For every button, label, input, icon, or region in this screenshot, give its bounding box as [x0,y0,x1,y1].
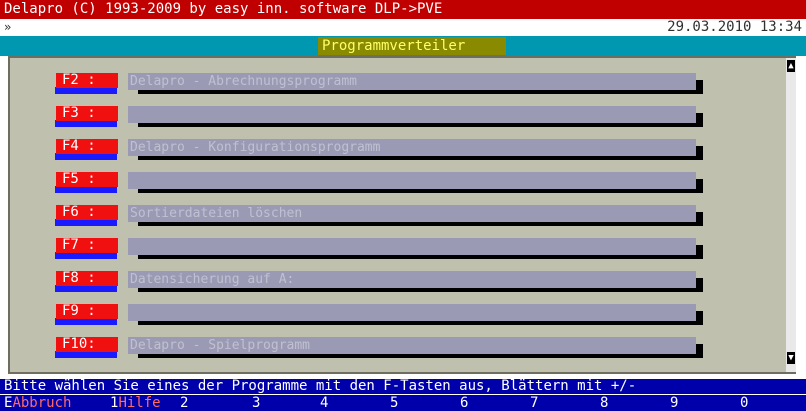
menu-item-f2[interactable]: F2 : Delapro - Abrechnungsprogramm [10,73,806,97]
app-title: Delapro (C) 1993-2009 by easy inn. softw… [4,1,443,17]
menu-item-label[interactable] [128,238,696,255]
menu-item-f7[interactable]: F7 : [10,238,806,262]
fkey-2[interactable]: 2 [180,395,188,411]
function-key-label[interactable]: F7 : [56,238,118,253]
function-key-label[interactable]: F5 : [56,172,118,187]
prompt-symbol: » [4,20,12,34]
function-key-bar: EAbbruch 1Hilfe 2 3 4 5 6 7 8 9 0 [0,395,806,411]
program-menu-panel: F2 : Delapro - Abrechnungsprogramm F3 : … [8,56,796,374]
fkey-9[interactable]: 9 [670,395,678,411]
fkey-4[interactable]: 4 [320,395,328,411]
menu-item-label[interactable] [128,304,696,321]
status-line: Bitte wählen Sie eines der Programme mit… [0,379,806,394]
menu-item-label[interactable]: Delapro - Spielprogramm [128,337,696,354]
status-text: Bitte wählen Sie eines der Programme mit… [4,378,637,394]
menu-item-f6[interactable]: F6 : Sortierdateien löschen [10,205,806,229]
menu-item-label[interactable]: Delapro - Abrechnungsprogramm [128,73,696,90]
function-key-label[interactable]: F9 : [56,304,118,319]
function-key-label[interactable]: F8 : [56,271,118,286]
menu-item-f10[interactable]: F10: Delapro - Spielprogramm [10,337,806,361]
fkey-0[interactable]: 0 [740,395,748,411]
fkey-8[interactable]: 8 [600,395,608,411]
scroll-down-icon[interactable]: ▼ [787,352,795,364]
menu-item-label[interactable]: Datensicherung auf A: [128,271,696,288]
menu-item-f8[interactable]: F8 : Datensicherung auf A: [10,271,806,295]
fkey-5[interactable]: 5 [390,395,398,411]
header-title-box: Programmverteiler [318,37,506,55]
menu-item-label[interactable] [128,106,696,123]
function-key-label[interactable]: F10: [56,337,118,352]
date-time: 29.03.2010 13:34 [667,19,802,35]
menu-item-f9[interactable]: F9 : [10,304,806,328]
menu-item-label[interactable]: Delapro - Konfigurationsprogramm [128,139,696,156]
header-bar: Programmverteiler [0,36,806,56]
scroll-up-icon[interactable]: ▲ [787,60,795,72]
menu-item-label[interactable] [128,172,696,189]
function-key-label[interactable]: F6 : [56,205,118,220]
fkey-3[interactable]: 3 [252,395,260,411]
menu-item-f3[interactable]: F3 : [10,106,806,130]
fkey-1-help[interactable]: 1Hilfe [110,395,161,411]
scrollbar-track[interactable] [786,58,796,372]
title-bar: Delapro (C) 1993-2009 by easy inn. softw… [0,0,806,19]
fkey-escape[interactable]: EAbbruch [4,395,71,411]
menu-item-f4[interactable]: F4 : Delapro - Konfigurationsprogramm [10,139,806,163]
menu-item-f5[interactable]: F5 : [10,172,806,196]
page-title: Programmverteiler [322,38,466,54]
menu-item-label[interactable]: Sortierdateien löschen [128,205,696,222]
fkey-7[interactable]: 7 [530,395,538,411]
function-key-label[interactable]: F2 : [56,73,118,88]
fkey-6[interactable]: 6 [460,395,468,411]
prompt-row: » 29.03.2010 13:34 [0,19,806,35]
function-key-label[interactable]: F4 : [56,139,118,154]
function-key-label[interactable]: F3 : [56,106,118,121]
